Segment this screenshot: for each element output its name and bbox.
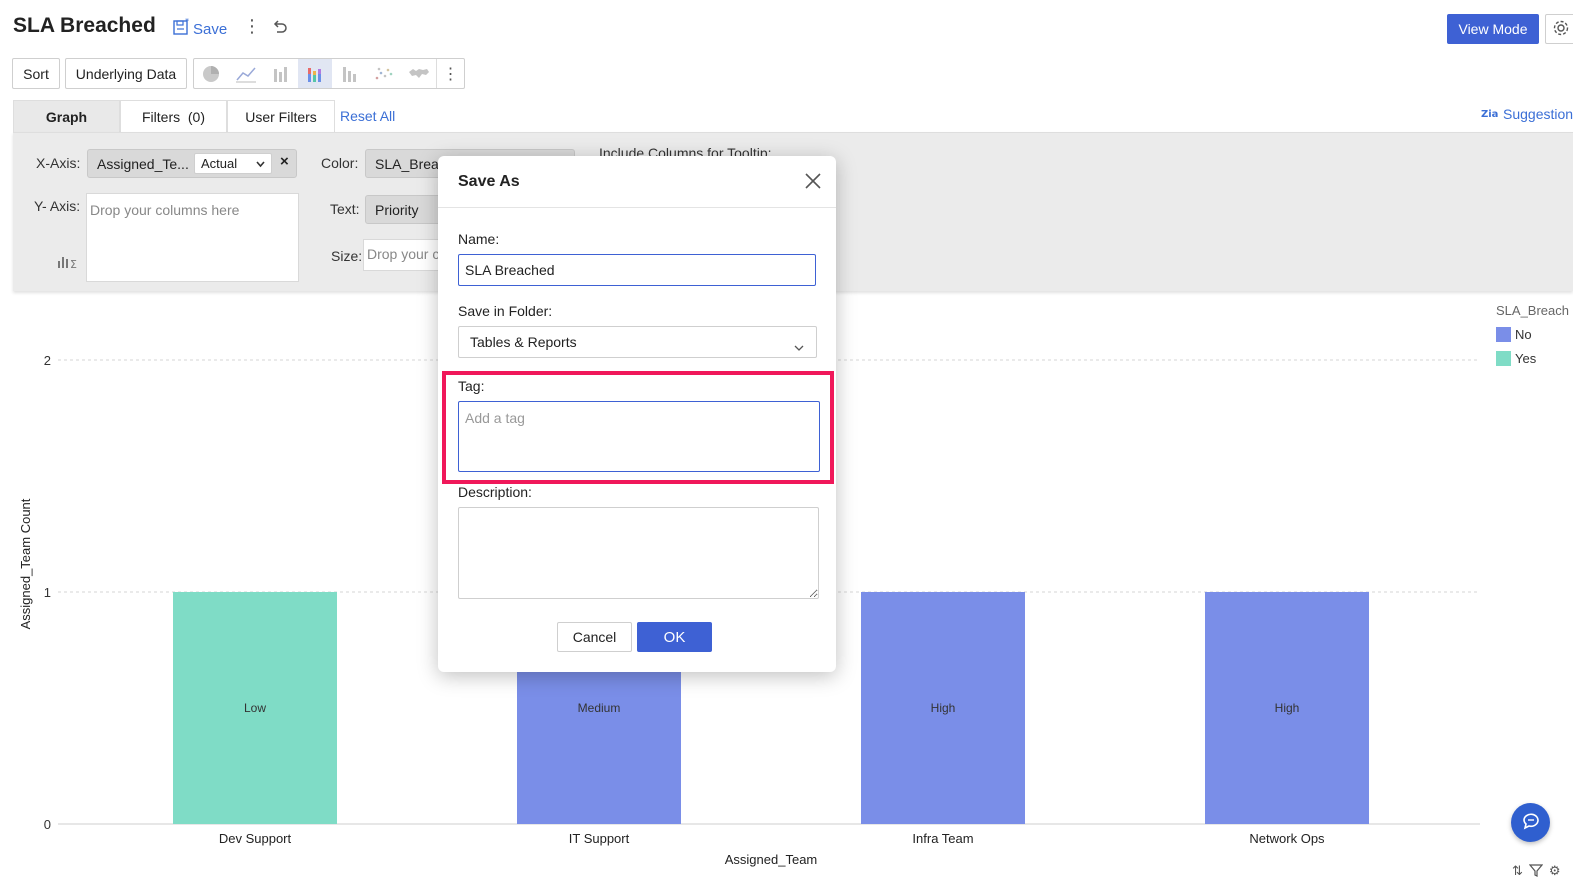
x-axis-title: Assigned_Team [725, 852, 818, 867]
close-icon[interactable] [803, 171, 823, 191]
settings-button[interactable] [1545, 14, 1573, 44]
bar-data-label: High [1275, 701, 1300, 715]
bar-data-label: Low [244, 701, 266, 715]
line-chart-icon[interactable] [229, 59, 264, 88]
zia-icon: Zia [1481, 106, 1499, 122]
report-header: SLA Breached * Save ⋮ View Mode [0, 0, 1573, 55]
gear-icon [1552, 19, 1570, 40]
dialog-header: Save As [438, 156, 836, 208]
tag-input[interactable] [458, 401, 820, 472]
chevron-down-icon [794, 339, 804, 355]
tab-graph[interactable]: Graph [13, 100, 120, 133]
text-label: Text: [330, 201, 360, 217]
description-input[interactable] [458, 507, 819, 599]
description-label: Description: [458, 484, 532, 500]
svg-text:Zia: Zia [1481, 109, 1498, 119]
name-input[interactable] [458, 254, 816, 286]
sort-button[interactable]: Sort [12, 58, 60, 89]
scatter-chart-icon[interactable] [367, 59, 402, 88]
save-icon: * [172, 17, 190, 40]
column-chart-icon[interactable] [332, 59, 367, 88]
y-tick-label: 1 [44, 585, 51, 600]
folder-select-value: Tables & Reports [470, 334, 577, 350]
tab-filters[interactable]: Filters (0) [120, 100, 227, 133]
svg-text:*: * [185, 18, 189, 26]
filter-icon[interactable] [1528, 863, 1544, 880]
legend-item-no[interactable]: No [1496, 327, 1532, 342]
y-tick-label: 0 [44, 817, 51, 832]
measure-aggregate-icon[interactable]: Σ [57, 253, 79, 272]
size-label: Size: [331, 248, 363, 264]
bottom-toolbar: ⇅ ⚙ [1512, 863, 1561, 880]
sort-toggle-icon[interactable]: ⇅ [1512, 863, 1523, 880]
dialog-title: Save As [458, 173, 520, 190]
remove-column-icon[interactable]: × [280, 153, 289, 170]
x-tick-label: Network Ops [1249, 831, 1325, 846]
view-mode-button[interactable]: View Mode [1447, 14, 1539, 44]
report-title: SLA Breached [13, 14, 156, 37]
folder-select[interactable]: Tables & Reports [458, 326, 817, 358]
y-tick-label: 2 [44, 353, 51, 368]
more-options-icon[interactable]: ⋮ [243, 16, 261, 36]
chat-button[interactable] [1511, 803, 1550, 842]
chat-icon [1521, 811, 1541, 834]
suggestion-link[interactable]: Zia Suggestion [1481, 106, 1573, 122]
save-label: Save [193, 20, 228, 38]
y-axis-drop-zone[interactable]: Drop your columns here [86, 193, 299, 282]
cancel-button[interactable]: Cancel [557, 622, 632, 652]
x-axis-label: X-Axis: [36, 155, 81, 171]
settings-small-icon[interactable]: ⚙ [1549, 863, 1561, 880]
svg-text:Σ: Σ [70, 258, 77, 269]
bar-data-label: Medium [578, 701, 621, 715]
x-axis-aggregation-value: Actual [201, 156, 238, 171]
name-label: Name: [458, 231, 500, 247]
legend-title: SLA_Breach [1496, 303, 1569, 318]
x-tick-label: IT Support [569, 831, 630, 846]
x-axis-column-pill[interactable]: Assigned_Te... Actual × [87, 149, 297, 178]
tag-label: Tag: [458, 378, 485, 394]
x-axis-column-name: Assigned_Te... [97, 155, 189, 172]
legend-label-yes: Yes [1515, 351, 1537, 366]
suggestion-label: Suggestion [1503, 106, 1573, 122]
x-tick-label: Infra Team [912, 831, 973, 846]
legend-swatch-no [1496, 327, 1511, 342]
y-axis-title: Assigned_Team Count [18, 498, 33, 629]
bar-chart-icon[interactable] [263, 59, 298, 88]
save-as-dialog: Save As Name: Save in Folder: Tables & R… [438, 156, 836, 672]
y-axis-label: Y- Axis: [34, 198, 81, 214]
tab-user-filters[interactable]: User Filters [227, 100, 335, 133]
legend-item-yes[interactable]: Yes [1496, 351, 1536, 366]
pie-chart-icon[interactable] [194, 59, 229, 88]
legend-swatch-yes [1496, 351, 1511, 366]
bar-data-label: High [931, 701, 956, 715]
save-button[interactable]: * Save [172, 17, 228, 40]
map-chart-icon[interactable] [402, 59, 437, 88]
x-axis-aggregation-select[interactable]: Actual [194, 153, 272, 174]
chart-type-selector: ⋮ [193, 58, 465, 89]
more-chart-types-icon[interactable]: ⋮ [436, 59, 464, 88]
legend-label-no: No [1515, 327, 1532, 342]
stacked-bar-chart-icon[interactable] [297, 59, 333, 88]
color-label: Color: [321, 155, 359, 171]
folder-label: Save in Folder: [458, 303, 553, 319]
reset-all-link[interactable]: Reset All [340, 108, 395, 124]
chevron-down-icon [255, 158, 266, 173]
undo-icon[interactable] [271, 18, 289, 39]
underlying-data-button[interactable]: Underlying Data [65, 58, 187, 89]
x-tick-label: Dev Support [219, 831, 292, 846]
ok-button[interactable]: OK [637, 622, 712, 652]
